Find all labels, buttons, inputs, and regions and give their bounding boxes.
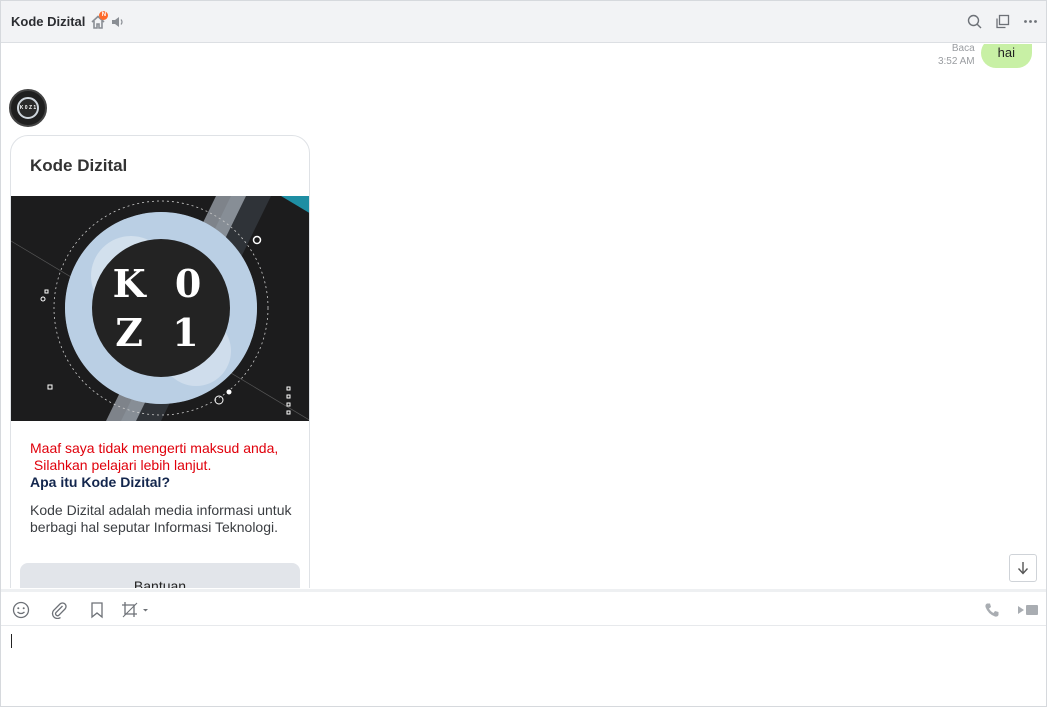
card-question: Apa itu Kode Dizital? [30, 474, 170, 490]
help-button[interactable]: Bantuan [20, 563, 300, 588]
scroll-down-button[interactable] [1009, 554, 1037, 582]
composer-toolbar [1, 589, 1046, 626]
chat-header: Kode Dizital N [1, 1, 1046, 43]
card-description: Kode Dizital adalah media informasi untu… [30, 502, 292, 535]
bot-avatar[interactable]: K 0 Z 1 [9, 89, 47, 127]
home-icon[interactable]: N [91, 10, 109, 29]
card-title: Kode Dizital [30, 156, 128, 175]
avatar-logo: K 0 Z 1 [17, 97, 39, 119]
search-icon[interactable] [966, 13, 982, 29]
bot-message-card: Kode Dizital K 0 Z 1 Maaf saya tidak men… [10, 135, 310, 588]
bookmark-icon[interactable] [88, 601, 106, 619]
message-time: 3:52 AM [937, 56, 975, 67]
read-status: Baca [951, 44, 975, 54]
message-meta: Baca 3:52 AM [938, 44, 975, 68]
text-cursor [11, 634, 12, 648]
outgoing-bubble[interactable]: hai [980, 44, 1032, 68]
arrow-down-icon [1017, 562, 1029, 575]
speaker-icon[interactable] [111, 15, 125, 29]
card-body: Maaf saya tidak mengerti maksud anda, Si… [30, 440, 300, 536]
phone-icon[interactable] [983, 601, 1001, 619]
new-badge: N [99, 10, 109, 20]
screenshot-icon[interactable] [121, 601, 151, 619]
video-icon[interactable] [1017, 601, 1039, 619]
image-text-line1: K 0 [113, 261, 210, 306]
attachment-icon[interactable] [50, 601, 68, 619]
popout-icon[interactable] [994, 13, 1010, 29]
chat-window: Kode Dizital N Baca 3:52 AM hai K 0 Z 1 … [0, 0, 1047, 707]
card-image: K 0 Z 1 [11, 196, 309, 421]
outgoing-message: Baca 3:52 AM hai [938, 44, 1046, 68]
header-actions [966, 13, 1038, 29]
more-icon[interactable] [1022, 13, 1038, 29]
message-input[interactable] [1, 626, 1046, 706]
emoji-icon[interactable] [12, 601, 30, 619]
error-line-1: Maaf saya tidak mengerti maksud anda, [30, 440, 279, 456]
error-line-2: Silahkan pelajari lebih lanjut. [30, 457, 212, 473]
chat-title: Kode Dizital [11, 14, 86, 29]
message-list[interactable]: Baca 3:52 AM hai K 0 Z 1 Kode Dizital K … [1, 44, 1046, 588]
image-text-line2: Z 1 [115, 310, 206, 355]
